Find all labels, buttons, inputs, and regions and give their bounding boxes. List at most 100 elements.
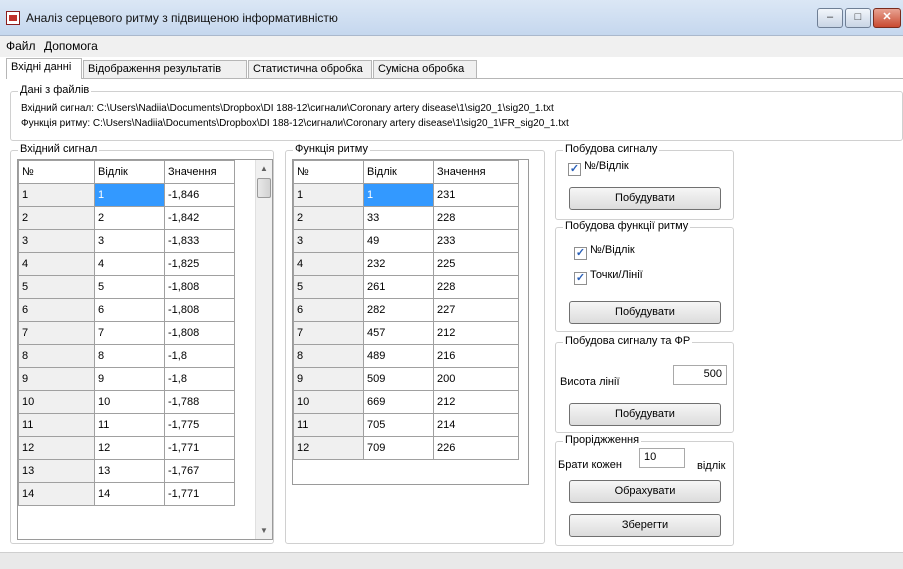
table-cell[interactable]: 489 (363, 344, 434, 368)
build-rhythm-button[interactable]: Побудувати (569, 301, 721, 324)
check-icon[interactable]: ✓ (568, 163, 581, 176)
table-cell[interactable]: -1,771 (164, 436, 235, 460)
table-row[interactable]: 12 709 226 (293, 436, 519, 460)
table-row[interactable]: 8 8 -1,8 (18, 344, 235, 368)
table-cell[interactable]: 13 (94, 459, 165, 483)
row-header-cell[interactable]: 9 (293, 367, 364, 391)
table-row[interactable]: 13 13 -1,767 (18, 459, 235, 483)
table-cell[interactable]: -1,808 (164, 321, 235, 345)
row-header-cell[interactable]: 10 (18, 390, 95, 414)
table-cell[interactable]: 10 (94, 390, 165, 414)
line-height-field[interactable]: 500 (673, 365, 727, 385)
table-row[interactable]: 3 49 233 (293, 229, 519, 253)
column-header[interactable]: № (293, 160, 364, 184)
table-cell[interactable]: 1 (94, 183, 165, 207)
table-cell[interactable]: -1,771 (164, 482, 235, 506)
table-cell[interactable]: 709 (363, 436, 434, 460)
table-cell[interactable]: -1,846 (164, 183, 235, 207)
table-cell[interactable]: 228 (433, 275, 519, 299)
build-rhythm-checkbox-index[interactable]: ✓ №/Відлік (574, 244, 635, 260)
table-cell[interactable]: 200 (433, 367, 519, 391)
table-row[interactable]: 2 2 -1,842 (18, 206, 235, 230)
table-cell[interactable]: 212 (433, 321, 519, 345)
tab-results-display[interactable]: Відображення результатів (83, 60, 247, 78)
build-signal-button[interactable]: Побудувати (569, 187, 721, 210)
row-header-cell[interactable]: 12 (293, 436, 364, 460)
table-cell[interactable]: -1,825 (164, 252, 235, 276)
row-header-cell[interactable]: 4 (18, 252, 95, 276)
table-cell[interactable]: 214 (433, 413, 519, 437)
menu-file[interactable]: Файл (6, 39, 36, 53)
table-row[interactable]: 1 1 -1,846 (18, 183, 235, 207)
table-cell[interactable]: 231 (433, 183, 519, 207)
tab-statistical-processing[interactable]: Статистична обробка (248, 60, 372, 78)
menu-help[interactable]: Допомога (44, 39, 98, 53)
table-cell[interactable]: 261 (363, 275, 434, 299)
tab-joint-processing[interactable]: Сумісна обробка (373, 60, 477, 78)
table-row[interactable]: 12 12 -1,771 (18, 436, 235, 460)
table-cell[interactable]: 6 (94, 298, 165, 322)
table-row[interactable]: 10 10 -1,788 (18, 390, 235, 414)
table-cell[interactable]: 12 (94, 436, 165, 460)
table-cell[interactable]: 33 (363, 206, 434, 230)
column-header[interactable]: Значення (164, 160, 235, 184)
row-header-cell[interactable]: 11 (293, 413, 364, 437)
table-row[interactable]: 3 3 -1,833 (18, 229, 235, 253)
table-row[interactable]: 5 5 -1,808 (18, 275, 235, 299)
row-header-cell[interactable]: 7 (293, 321, 364, 345)
table-row[interactable]: 14 14 -1,771 (18, 482, 235, 506)
tab-input-data[interactable]: Вхідні данні (6, 58, 82, 79)
table-cell[interactable]: 233 (433, 229, 519, 253)
row-header-cell[interactable]: 3 (18, 229, 95, 253)
row-header-cell[interactable]: 6 (293, 298, 364, 322)
build-signal-checkbox[interactable]: ✓ №/Відлік (568, 160, 629, 176)
row-header-cell[interactable]: 10 (293, 390, 364, 414)
table-cell[interactable]: 8 (94, 344, 165, 368)
table-row[interactable]: 4 232 225 (293, 252, 519, 276)
row-header-cell[interactable]: 6 (18, 298, 95, 322)
row-header-cell[interactable]: 13 (18, 459, 95, 483)
table-cell[interactable]: 9 (94, 367, 165, 391)
table-cell[interactable]: 226 (433, 436, 519, 460)
row-header-cell[interactable]: 9 (18, 367, 95, 391)
build-rhythm-checkbox-points-lines[interactable]: ✓ Точки/Лінії (574, 269, 643, 285)
scroll-up-icon[interactable]: ▲ (256, 160, 272, 177)
close-button[interactable]: ✕ (873, 8, 901, 28)
table-row[interactable]: 9 509 200 (293, 367, 519, 391)
table-cell[interactable]: 49 (363, 229, 434, 253)
column-header[interactable]: Відлік (363, 160, 434, 184)
table-cell[interactable]: 705 (363, 413, 434, 437)
table-cell[interactable]: -1,808 (164, 275, 235, 299)
table-cell[interactable]: 225 (433, 252, 519, 276)
row-header-cell[interactable]: 3 (293, 229, 364, 253)
table-cell[interactable]: -1,788 (164, 390, 235, 414)
table-cell[interactable]: -1,808 (164, 298, 235, 322)
table-row[interactable]: 5 261 228 (293, 275, 519, 299)
scroll-down-icon[interactable]: ▼ (256, 522, 272, 539)
rhythm-function-grid[interactable]: № Відлік Значення 1 1 231 2 33 228 3 49 233 4 232 225 5… (292, 159, 529, 485)
table-cell[interactable]: 212 (433, 390, 519, 414)
minimize-button[interactable]: – (817, 8, 843, 28)
table-cell[interactable]: 228 (433, 206, 519, 230)
table-row[interactable]: 6 282 227 (293, 298, 519, 322)
row-header-cell[interactable]: 2 (18, 206, 95, 230)
table-cell[interactable]: -1,833 (164, 229, 235, 253)
row-header-cell[interactable]: 11 (18, 413, 95, 437)
table-cell[interactable]: 2 (94, 206, 165, 230)
row-header-cell[interactable]: 8 (293, 344, 364, 368)
row-header-cell[interactable]: 12 (18, 436, 95, 460)
row-header-cell[interactable]: 1 (293, 183, 364, 207)
table-row[interactable]: 2 33 228 (293, 206, 519, 230)
table-row[interactable]: 11 705 214 (293, 413, 519, 437)
table-cell[interactable]: 7 (94, 321, 165, 345)
table-cell[interactable]: -1,775 (164, 413, 235, 437)
check-icon[interactable]: ✓ (574, 272, 587, 285)
table-cell[interactable]: 282 (363, 298, 434, 322)
table-row[interactable]: 10 669 212 (293, 390, 519, 414)
table-cell[interactable]: 509 (363, 367, 434, 391)
take-every-field[interactable]: 10 (639, 448, 685, 468)
column-header[interactable]: Відлік (94, 160, 165, 184)
table-cell[interactable]: 1 (363, 183, 434, 207)
table-row[interactable]: 8 489 216 (293, 344, 519, 368)
table-row[interactable]: 7 7 -1,808 (18, 321, 235, 345)
